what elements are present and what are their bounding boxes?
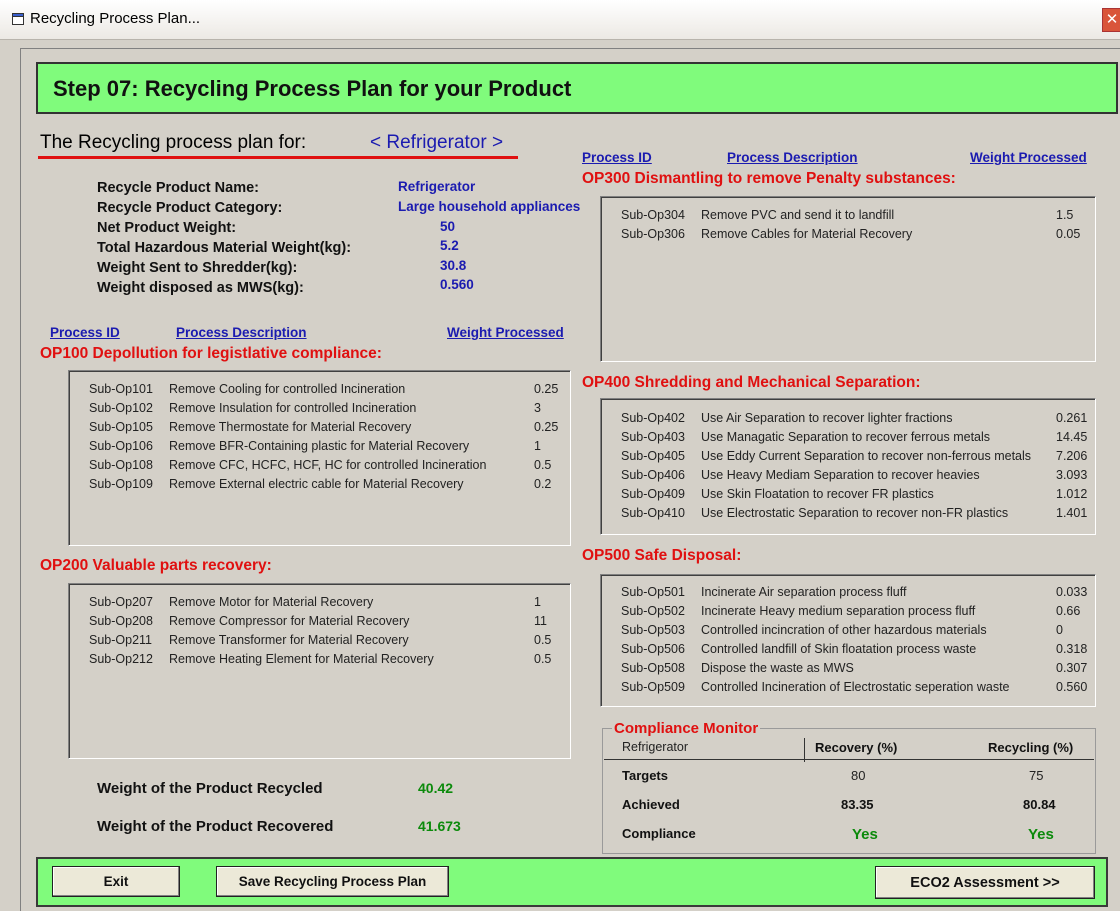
list-item[interactable]: Sub-Op108 Remove CFC, HCFC, HCF, HC for c… bbox=[69, 458, 570, 477]
compliance-recycling: Yes bbox=[1028, 826, 1054, 843]
list-item[interactable]: Sub-Op101 Remove Cooling for controlled I… bbox=[69, 382, 570, 401]
op400-list[interactable]: Sub-Op402 Use Air Separation to recover l… bbox=[600, 398, 1096, 535]
targets-recovery: 80 bbox=[851, 768, 866, 783]
compliance-col-recycling: Recycling (%) bbox=[988, 740, 1074, 755]
op300-title: OP300 Dismantling to remove Penalty subs… bbox=[582, 170, 956, 187]
info-value-hazardous: 5.2 bbox=[440, 238, 459, 253]
info-value-shredder: 30.8 bbox=[440, 258, 467, 273]
info-value-net-weight: 50 bbox=[440, 219, 456, 234]
list-item[interactable]: Sub-Op503 Controlled incincration of othe… bbox=[601, 623, 1095, 642]
left-col-process-id: Process ID bbox=[50, 325, 120, 340]
list-item[interactable]: Sub-Op406 Use Heavy Mediam Separation to … bbox=[601, 468, 1095, 487]
list-item[interactable]: Sub-Op106 Remove BFR-Containing plastic f… bbox=[69, 439, 570, 458]
list-item[interactable]: Sub-Op105 Remove Thermostate for Material… bbox=[69, 420, 570, 439]
achieved-recovery: 83.35 bbox=[841, 797, 874, 812]
info-label-name: Recycle Product Name: bbox=[97, 180, 259, 196]
list-item[interactable]: Sub-Op508 Dispose the waste as MWS 0.307 bbox=[601, 661, 1095, 680]
compliance-legend: Compliance Monitor bbox=[612, 720, 761, 737]
info-label-mws: Weight disposed as MWS(kg): bbox=[97, 280, 304, 296]
op100-title: OP100 Depollution for legistlative compl… bbox=[40, 345, 382, 362]
list-item[interactable]: Sub-Op212 Remove Heating Element for Mate… bbox=[69, 652, 570, 671]
compliance-recovery: Yes bbox=[852, 826, 878, 843]
step-header: Step 07: Recycling Process Plan for your… bbox=[36, 62, 1118, 114]
info-value-category: Large household appliances bbox=[398, 199, 581, 214]
info-value-name: Refrigerator bbox=[398, 179, 476, 194]
list-item[interactable]: Sub-Op102 Remove Insulation for controlle… bbox=[69, 401, 570, 420]
compliance-label: Compliance bbox=[622, 826, 696, 841]
recovered-value: 41.673 bbox=[418, 818, 461, 834]
info-label-hazardous: Total Hazardous Material Weight(kg): bbox=[97, 240, 352, 256]
list-item[interactable]: Sub-Op207 Remove Motor for Material Recov… bbox=[69, 595, 570, 614]
list-item[interactable]: Sub-Op403 Use Managatic Separation to rec… bbox=[601, 430, 1095, 449]
info-label-category: Recycle Product Category: bbox=[97, 200, 283, 216]
plan-product: < Refrigerator > bbox=[370, 132, 504, 153]
op500-list[interactable]: Sub-Op501 Incinerate Air separation proce… bbox=[600, 574, 1096, 707]
left-col-process-desc: Process Description bbox=[176, 325, 307, 340]
op100-list[interactable]: Sub-Op101 Remove Cooling for controlled I… bbox=[68, 370, 571, 546]
plan-label: The Recycling process plan for: bbox=[40, 132, 307, 153]
exit-button[interactable]: Exit bbox=[52, 866, 180, 897]
list-item[interactable]: Sub-Op506 Controlled landfill of Skin flo… bbox=[601, 642, 1095, 661]
list-item[interactable]: Sub-Op304 Remove PVC and send it to landf… bbox=[601, 208, 1095, 227]
recycled-value: 40.42 bbox=[418, 780, 454, 796]
op200-list[interactable]: Sub-Op207 Remove Motor for Material Recov… bbox=[68, 583, 571, 759]
compliance-product: Refrigerator bbox=[622, 740, 688, 754]
left-col-weight: Weight Processed bbox=[447, 325, 564, 340]
list-item[interactable]: Sub-Op208 Remove Compressor for Material … bbox=[69, 614, 570, 633]
plan-underline bbox=[38, 156, 518, 159]
list-item[interactable]: Sub-Op306 Remove Cables for Material Reco… bbox=[601, 227, 1095, 246]
list-item[interactable]: Sub-Op409 Use Skin Floatation to recover … bbox=[601, 487, 1095, 506]
targets-label: Targets bbox=[622, 768, 668, 783]
recycled-label: Weight of the Product Recycled bbox=[97, 780, 323, 797]
right-col-process-id: Process ID bbox=[582, 150, 652, 165]
compliance-col-recovery: Recovery (%) bbox=[815, 740, 898, 755]
compliance-divider-h bbox=[604, 759, 1094, 760]
achieved-recycling: 80.84 bbox=[1023, 797, 1056, 812]
op300-list[interactable]: Sub-Op304 Remove PVC and send it to landf… bbox=[600, 196, 1096, 362]
list-item[interactable]: Sub-Op502 Incinerate Heavy medium separat… bbox=[601, 604, 1095, 623]
list-item[interactable]: Sub-Op405 Use Eddy Current Separation to … bbox=[601, 449, 1095, 468]
step-title: Step 07: Recycling Process Plan for your… bbox=[53, 76, 572, 101]
list-item[interactable]: Sub-Op501 Incinerate Air separation proce… bbox=[601, 585, 1095, 604]
app-icon bbox=[12, 13, 24, 25]
op200-title: OP200 Valuable parts recovery: bbox=[40, 557, 272, 574]
info-value-mws: 0.560 bbox=[440, 277, 474, 292]
list-item[interactable]: Sub-Op402 Use Air Separation to recover l… bbox=[601, 411, 1095, 430]
targets-recycling: 75 bbox=[1029, 768, 1044, 783]
right-col-weight: Weight Processed bbox=[970, 150, 1087, 165]
op400-title: OP400 Shredding and Mechanical Separatio… bbox=[582, 374, 921, 391]
window-titlebar: Recycling Process Plan... ✕ bbox=[0, 0, 1120, 40]
save-plan-button[interactable]: Save Recycling Process Plan bbox=[216, 866, 449, 897]
info-label-shredder: Weight Sent to Shredder(kg): bbox=[97, 260, 298, 276]
list-item[interactable]: Sub-Op410 Use Electrostatic Separation to… bbox=[601, 506, 1095, 525]
compliance-divider-v bbox=[804, 738, 805, 762]
list-item[interactable]: Sub-Op109 Remove External electric cable … bbox=[69, 477, 570, 496]
right-col-process-desc: Process Description bbox=[727, 150, 858, 165]
info-label-net-weight: Net Product Weight: bbox=[97, 220, 237, 236]
op500-title: OP500 Safe Disposal: bbox=[582, 547, 742, 564]
list-item[interactable]: Sub-Op509 Controlled Incineration of Elec… bbox=[601, 680, 1095, 699]
close-icon[interactable]: ✕ bbox=[1102, 8, 1120, 32]
list-item[interactable]: Sub-Op211 Remove Transformer for Material… bbox=[69, 633, 570, 652]
recovered-label: Weight of the Product Recovered bbox=[97, 818, 334, 835]
window-title: Recycling Process Plan... bbox=[30, 10, 201, 27]
eco2-assessment-button[interactable]: ECO2 Assessment >> bbox=[875, 866, 1095, 899]
achieved-label: Achieved bbox=[622, 797, 680, 812]
